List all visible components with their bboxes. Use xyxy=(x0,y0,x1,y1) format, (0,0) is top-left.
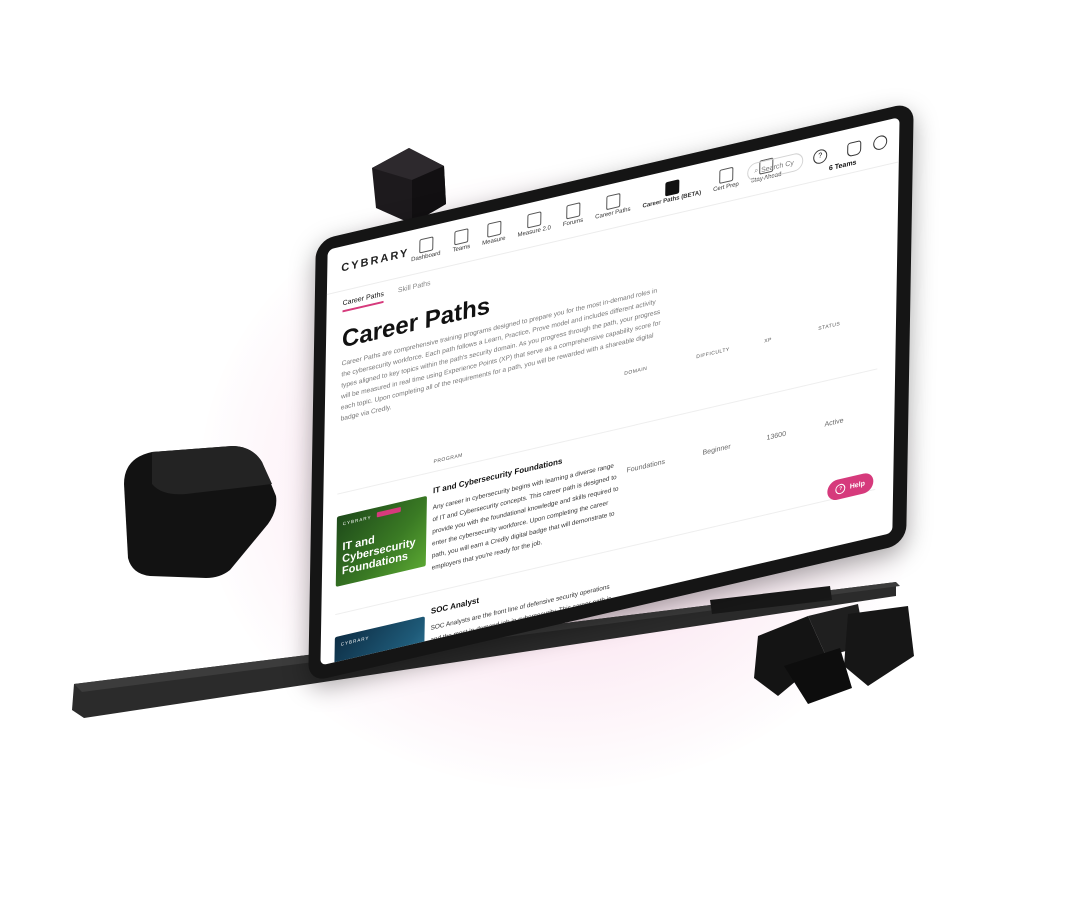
nav-label: Career Paths xyxy=(595,206,631,221)
measure-icon xyxy=(486,220,502,238)
column-header-domain: DOMAIN xyxy=(624,365,648,378)
nav-label: Forums xyxy=(562,217,584,229)
search-icon: ⌕ xyxy=(754,166,759,175)
thumbnail-tag xyxy=(376,506,401,518)
search-placeholder: Search Cy xyxy=(761,159,794,174)
thumbnail-brand: CYBRARY xyxy=(340,635,370,647)
nav-dashboard[interactable]: Dashboard xyxy=(411,235,441,264)
nav-label: Teams xyxy=(452,243,471,254)
nav-label: Cert Prep xyxy=(713,181,739,194)
nav-career-paths[interactable]: Career Paths xyxy=(595,190,631,221)
forums-icon xyxy=(566,202,581,220)
top-navigation: CYBRARY Dashboard Teams Measure Measure … xyxy=(326,117,900,295)
briefcase-icon xyxy=(664,179,680,197)
program-xp: 13600 xyxy=(766,430,787,443)
briefcase-icon xyxy=(605,192,621,211)
question-icon: ? xyxy=(835,482,846,496)
thumbnail-brand: CYBRARY xyxy=(342,514,372,527)
column-header-status: STATUS xyxy=(818,320,841,333)
nav-label: Dashboard xyxy=(411,250,441,264)
dashboard-icon xyxy=(418,236,434,254)
cybrary-logo[interactable]: CYBRARY xyxy=(341,246,411,275)
certificate-icon xyxy=(719,166,734,185)
tab-career-paths[interactable]: Career Paths xyxy=(342,290,384,313)
tab-skill-paths[interactable]: Skill Paths xyxy=(398,280,431,300)
program-status: Active xyxy=(824,417,844,429)
nav-measure-2[interactable]: Measure 2.0 xyxy=(517,209,551,239)
column-header-program: PROGRAM xyxy=(433,452,463,466)
mockup-stage: CYBRARY Dashboard Teams Measure Measure … xyxy=(0,0,1080,920)
nav-forums[interactable]: Forums xyxy=(563,201,584,228)
nav-label: Measure xyxy=(482,235,506,247)
nav-cert-prep[interactable]: Cert Prep xyxy=(713,165,739,193)
nav-measure[interactable]: Measure xyxy=(482,219,506,247)
thumbnail-title: IT and Cybersecurity Foundations xyxy=(341,533,416,578)
teams-icon xyxy=(454,228,469,246)
nav-teams[interactable]: Teams xyxy=(452,228,470,254)
program-thumbnail: CYBRARY IT and Cybersecurity Foundations xyxy=(335,495,427,587)
nav-career-paths-beta[interactable]: Career Paths (BETA) xyxy=(642,174,701,210)
help-label: Help xyxy=(849,479,865,491)
program-difficulty: Beginner xyxy=(702,443,731,457)
column-header-xp: XP xyxy=(764,336,772,345)
measure2-icon xyxy=(527,211,542,229)
column-header-difficulty: DIFFICULTY xyxy=(696,346,730,361)
nav-label: Measure 2.0 xyxy=(517,225,551,239)
page-intro: Career Paths are comprehensive training … xyxy=(340,287,661,423)
program-domain: Foundations xyxy=(626,458,666,475)
